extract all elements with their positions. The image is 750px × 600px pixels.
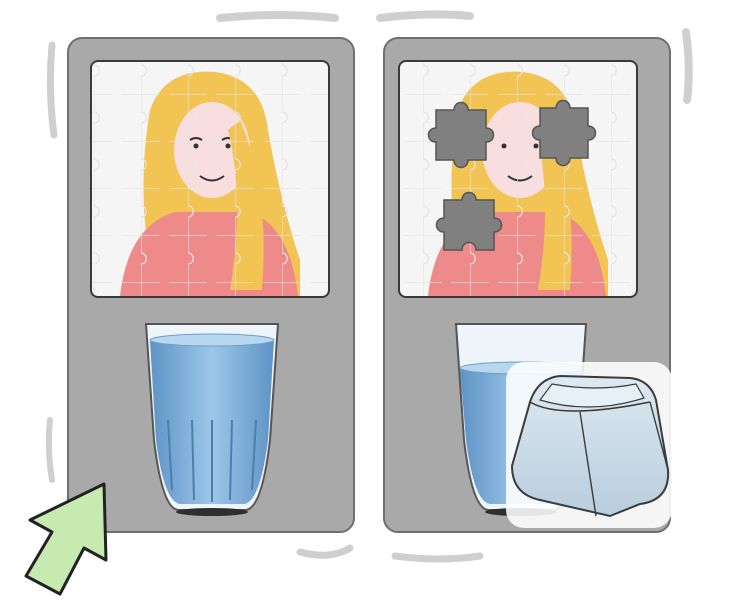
illustration-stage (0, 0, 750, 600)
puzzle-icon (398, 60, 638, 298)
left-panel (67, 37, 355, 533)
illustration-svg (24, 10, 693, 596)
water-glass-icon (144, 323, 280, 516)
keycap-icon (506, 362, 672, 528)
arrow-icon (24, 482, 108, 596)
puzzle-icon (90, 60, 330, 298)
